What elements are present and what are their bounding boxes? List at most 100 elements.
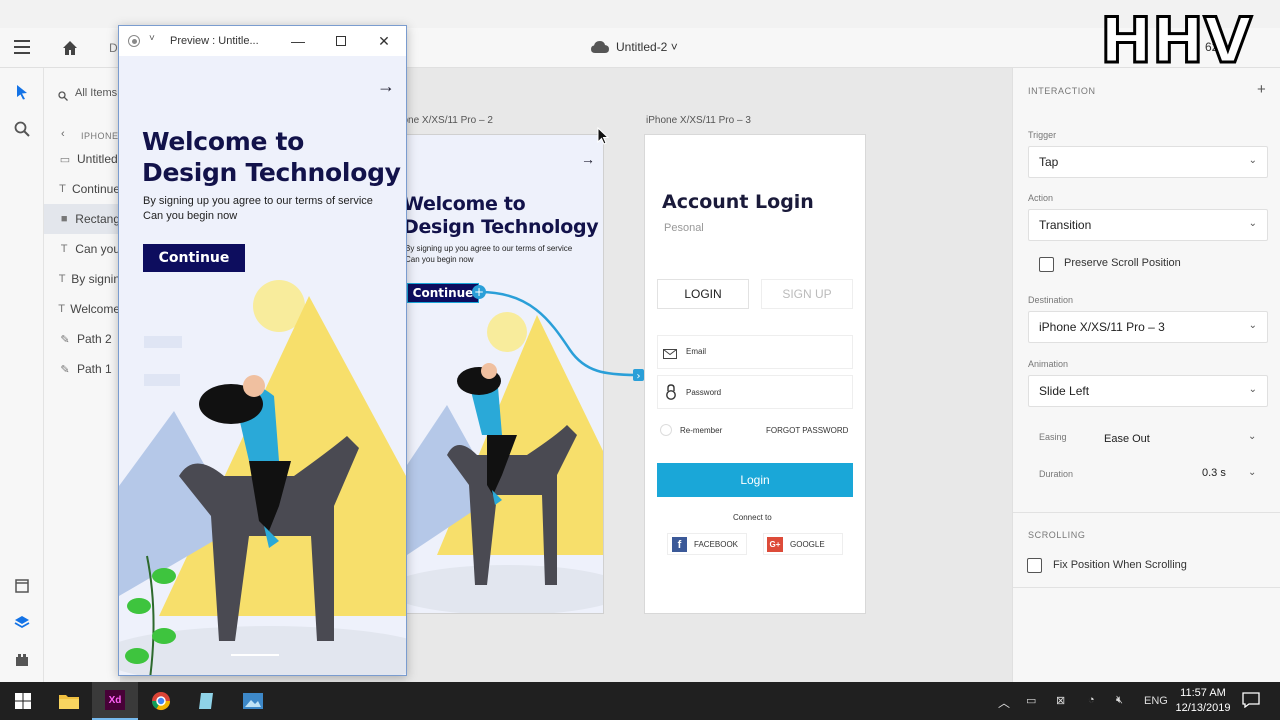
easing-caption: Easing bbox=[1039, 432, 1067, 442]
layer-row-welcome[interactable]: T Welcome bbox=[44, 294, 120, 324]
duration-caption: Duration bbox=[1039, 469, 1074, 479]
facebook-label: FACEBOOK bbox=[694, 540, 739, 549]
easing-chevron-down-icon[interactable]: ⌄ bbox=[1248, 431, 1256, 442]
chevron-down-icon[interactable]: ˅ bbox=[149, 33, 155, 44]
artboard-3[interactable]: Account Login Pesonal LOGIN SIGN UP Emai… bbox=[644, 134, 866, 614]
password-field[interactable]: Password bbox=[657, 375, 853, 409]
remember-radio[interactable] bbox=[660, 424, 672, 436]
preview-sub-line2: Can you begin now bbox=[143, 210, 238, 222]
preview-title: Welcome to Design Technology bbox=[142, 126, 401, 188]
destination-select[interactable]: iPhone X/XS/11 Pro – 3 ⌄ bbox=[1028, 311, 1268, 343]
add-interaction-icon[interactable]: + bbox=[1257, 81, 1266, 98]
close-icon[interactable]: ✕ bbox=[372, 30, 396, 52]
preserve-scroll-checkbox[interactable] bbox=[1039, 257, 1054, 272]
volume-mute-icon[interactable]: 🔇︎ bbox=[1116, 694, 1123, 707]
chrome-icon[interactable] bbox=[138, 682, 184, 720]
text-icon: T bbox=[59, 183, 66, 195]
layers-search-input[interactable]: All Items bbox=[75, 87, 117, 99]
arrow-right-icon[interactable]: → bbox=[581, 151, 595, 167]
forgot-password-link[interactable]: FORGOT PASSWORD bbox=[766, 426, 848, 435]
design-mode-tab[interactable]: D bbox=[109, 41, 118, 55]
layer-row-by-signing[interactable]: T By signin bbox=[44, 264, 120, 294]
text-icon: T bbox=[60, 243, 68, 255]
layers-panel: All Items ‹ IPHONE ▭ Untitled T Continue ■… bbox=[44, 68, 120, 682]
windows-start-icon[interactable] bbox=[0, 682, 46, 720]
google-button[interactable]: G+ GOOGLE bbox=[763, 533, 843, 555]
select-tool-icon[interactable] bbox=[12, 82, 32, 102]
easing-value[interactable]: Ease Out bbox=[1104, 433, 1150, 445]
layer-row-untitled[interactable]: ▭ Untitled bbox=[44, 144, 120, 174]
email-placeholder: Email bbox=[686, 347, 707, 356]
property-inspector: INTERACTION + Trigger Tap ⌄ Action Transi… bbox=[1012, 68, 1280, 682]
wifi-icon[interactable]: ◔ bbox=[1088, 694, 1095, 706]
fix-position-checkbox[interactable] bbox=[1027, 558, 1042, 573]
signup-tab[interactable]: SIGN UP bbox=[761, 279, 853, 309]
document-title[interactable]: Untitled-2 ˅ bbox=[616, 40, 678, 54]
svg-text:›: › bbox=[637, 371, 641, 382]
artboard-3-label[interactable]: iPhone X/XS/11 Pro – 3 bbox=[646, 115, 751, 126]
record-icon[interactable] bbox=[128, 35, 140, 47]
a2-sub-line1: By signing up you agree to our terms of … bbox=[406, 244, 573, 253]
text-icon: T bbox=[58, 303, 65, 315]
adobe-xd-icon[interactable]: Xd bbox=[92, 682, 138, 720]
duration-chevron-down-icon[interactable]: ⌄ bbox=[1248, 467, 1256, 478]
layer-label: Path 2 bbox=[77, 332, 112, 346]
chevron-down-icon: ⌄ bbox=[1248, 320, 1257, 331]
assets-panel-icon[interactable] bbox=[12, 576, 32, 596]
login-tab[interactable]: LOGIN bbox=[657, 279, 749, 309]
animation-select[interactable]: Slide Left ⌄ bbox=[1028, 375, 1268, 407]
prototype-wire[interactable]: + › bbox=[470, 280, 650, 390]
chevron-left-icon[interactable]: ‹ bbox=[61, 128, 65, 140]
layer-label: Rectang bbox=[75, 212, 120, 226]
layers-panel-icon[interactable] bbox=[12, 613, 32, 633]
action-center-icon[interactable] bbox=[1242, 692, 1260, 713]
a2-sub-line2: Can you begin now bbox=[406, 255, 474, 264]
section-divider bbox=[1013, 587, 1280, 588]
layer-row-path-1[interactable]: ✎ Path 1 bbox=[44, 354, 120, 384]
pen-icon: ✎ bbox=[60, 363, 70, 376]
plugins-panel-icon[interactable] bbox=[12, 650, 32, 670]
email-field[interactable]: Email bbox=[657, 335, 853, 369]
battery-icon[interactable]: ▭ bbox=[1026, 694, 1036, 707]
login-button[interactable]: Login bbox=[657, 463, 853, 497]
rectangle-icon: ■ bbox=[60, 213, 68, 225]
preserve-scroll-label: Preserve Scroll Position bbox=[1064, 257, 1181, 269]
layer-row-continue[interactable]: T Continue bbox=[44, 174, 120, 204]
windows-taskbar: Xd ︿ ▭ ⊠ ◔ 🔇︎ ENG 11:57 AM 12/13/2019 bbox=[0, 682, 1280, 720]
preview-title-line2: Design Technology bbox=[142, 158, 401, 187]
google-plus-icon: G+ bbox=[767, 537, 783, 552]
file-explorer-icon[interactable] bbox=[46, 682, 92, 720]
trigger-caption: Trigger bbox=[1028, 130, 1057, 140]
layer-label: Welcome bbox=[70, 302, 120, 316]
trigger-select[interactable]: Tap ⌄ bbox=[1028, 146, 1268, 178]
photos-icon[interactable] bbox=[230, 682, 276, 720]
notepad-icon[interactable] bbox=[184, 682, 230, 720]
layer-row-rectangle[interactable]: ■ Rectang bbox=[44, 204, 120, 234]
clock[interactable]: 11:57 AM 12/13/2019 bbox=[1172, 686, 1234, 716]
home-icon[interactable] bbox=[60, 38, 80, 58]
clock-date: 12/13/2019 bbox=[1175, 702, 1231, 714]
maximize-icon[interactable] bbox=[329, 30, 353, 52]
a2-continue-button[interactable]: Continue bbox=[407, 283, 479, 303]
preview-arrow-right-icon[interactable]: → bbox=[377, 76, 395, 97]
preview-titlebar[interactable]: ˅ Preview : Untitle... — ✕ bbox=[119, 26, 406, 56]
duration-value[interactable]: 0.3 s bbox=[1202, 467, 1226, 479]
layer-row-path-2[interactable]: ✎ Path 2 bbox=[44, 324, 120, 354]
facebook-button[interactable]: f FACEBOOK bbox=[667, 533, 747, 555]
zoom-tool-icon[interactable] bbox=[12, 119, 32, 139]
hamburger-menu-icon[interactable] bbox=[14, 40, 30, 54]
preview-sub-line1: By signing up you agree to our terms of … bbox=[143, 195, 373, 207]
language-indicator[interactable]: ENG bbox=[1144, 695, 1168, 707]
preview-continue-button[interactable]: Continue bbox=[143, 244, 245, 272]
network-icon[interactable]: ⊠ bbox=[1056, 694, 1065, 707]
facebook-icon: f bbox=[672, 537, 687, 552]
layer-label: By signin bbox=[71, 272, 120, 286]
layer-row-can-you[interactable]: T Can you bbox=[44, 234, 120, 264]
mouse-cursor-icon bbox=[597, 126, 610, 150]
minimize-icon[interactable]: — bbox=[286, 30, 310, 52]
show-hidden-icons-icon[interactable]: ︿ bbox=[998, 694, 1010, 711]
login-title: Account Login bbox=[662, 191, 814, 213]
preview-window[interactable]: ˅ Preview : Untitle... — ✕ → Welcome to … bbox=[118, 25, 407, 676]
action-select[interactable]: Transition ⌄ bbox=[1028, 209, 1268, 241]
cloud-icon bbox=[591, 40, 609, 54]
